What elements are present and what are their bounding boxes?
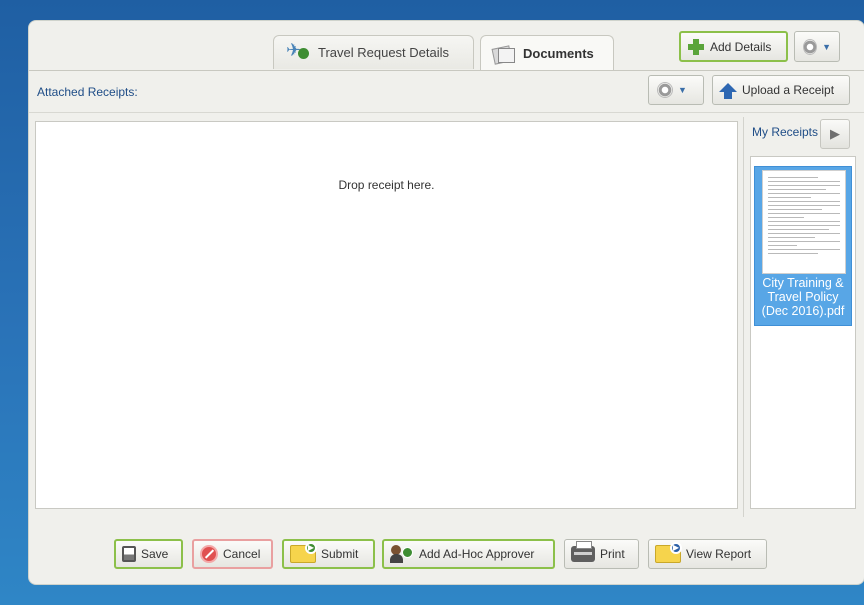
view-report-button[interactable]: ▶ View Report <box>648 539 767 569</box>
tab-documents[interactable]: Documents <box>480 35 614 71</box>
tab-travel-label: Travel Request Details <box>318 45 450 60</box>
receipts-settings-button[interactable]: ▼ <box>648 75 704 105</box>
my-receipts-list: City Training & Travel Policy (Dec 2016)… <box>750 156 856 509</box>
receipt-filename: City Training & Travel Policy (Dec 2016)… <box>761 276 845 318</box>
my-receipts-title: My Receipts <box>752 125 819 139</box>
footer-actions: Save Cancel ▶ Submit Add Ad-Hoc Approver… <box>29 516 864 584</box>
save-button[interactable]: Save <box>114 539 183 569</box>
print-label: Print <box>600 547 625 561</box>
cancel-label: Cancel <box>223 547 261 561</box>
add-user-icon <box>390 545 414 563</box>
add-details-button[interactable]: Add Details <box>679 31 788 62</box>
receipt-item[interactable]: City Training & Travel Policy (Dec 2016)… <box>754 166 852 326</box>
add-adhoc-approver-button[interactable]: Add Ad-Hoc Approver <box>382 539 555 569</box>
documents-window: Travel Request Details Documents Add Det… <box>28 20 864 585</box>
chevron-down-icon: ▼ <box>678 85 687 95</box>
view-report-label: View Report <box>686 547 752 561</box>
submit-button[interactable]: ▶ Submit <box>282 539 375 569</box>
settings-menu-button[interactable]: ▼ <box>794 31 840 62</box>
attached-receipts-label: Attached Receipts: <box>37 85 138 99</box>
save-label: Save <box>141 547 169 561</box>
save-icon <box>122 546 136 562</box>
upload-receipt-button[interactable]: Upload a Receipt <box>712 75 850 105</box>
dropzone-text: Drop receipt here. <box>338 178 435 192</box>
upload-arrow-icon <box>719 82 737 99</box>
chevron-down-icon: ▼ <box>822 41 831 52</box>
plus-icon <box>687 38 705 56</box>
documents-icon <box>493 46 515 63</box>
report-folder-icon: ▶ <box>655 542 682 563</box>
collapse-panel-button[interactable]: ▶ <box>820 119 850 149</box>
receipt-dropzone[interactable]: Drop receipt here. <box>35 121 738 509</box>
gear-icon <box>657 82 673 98</box>
tab-documents-label: Documents <box>523 46 594 61</box>
cancel-icon <box>200 545 218 563</box>
print-button[interactable]: Print <box>564 539 639 569</box>
add-details-label: Add Details <box>710 39 772 54</box>
printer-icon <box>571 541 595 562</box>
arrow-right-icon: ▶ <box>830 126 840 141</box>
document-thumbnail <box>762 170 846 274</box>
gear-icon <box>803 38 818 55</box>
cancel-button[interactable]: Cancel <box>192 539 273 569</box>
receipts-toolbar: Attached Receipts: ▼ Upload a Receipt <box>29 71 864 113</box>
add-adhoc-label: Add Ad-Hoc Approver <box>419 547 535 561</box>
tab-travel-request-details[interactable]: Travel Request Details <box>273 35 474 69</box>
submit-folder-icon: ▶ <box>290 542 317 563</box>
submit-label: Submit <box>321 547 359 561</box>
plane-add-icon <box>286 40 310 62</box>
upload-receipt-label: Upload a Receipt <box>742 83 835 97</box>
panel-divider <box>743 117 744 517</box>
